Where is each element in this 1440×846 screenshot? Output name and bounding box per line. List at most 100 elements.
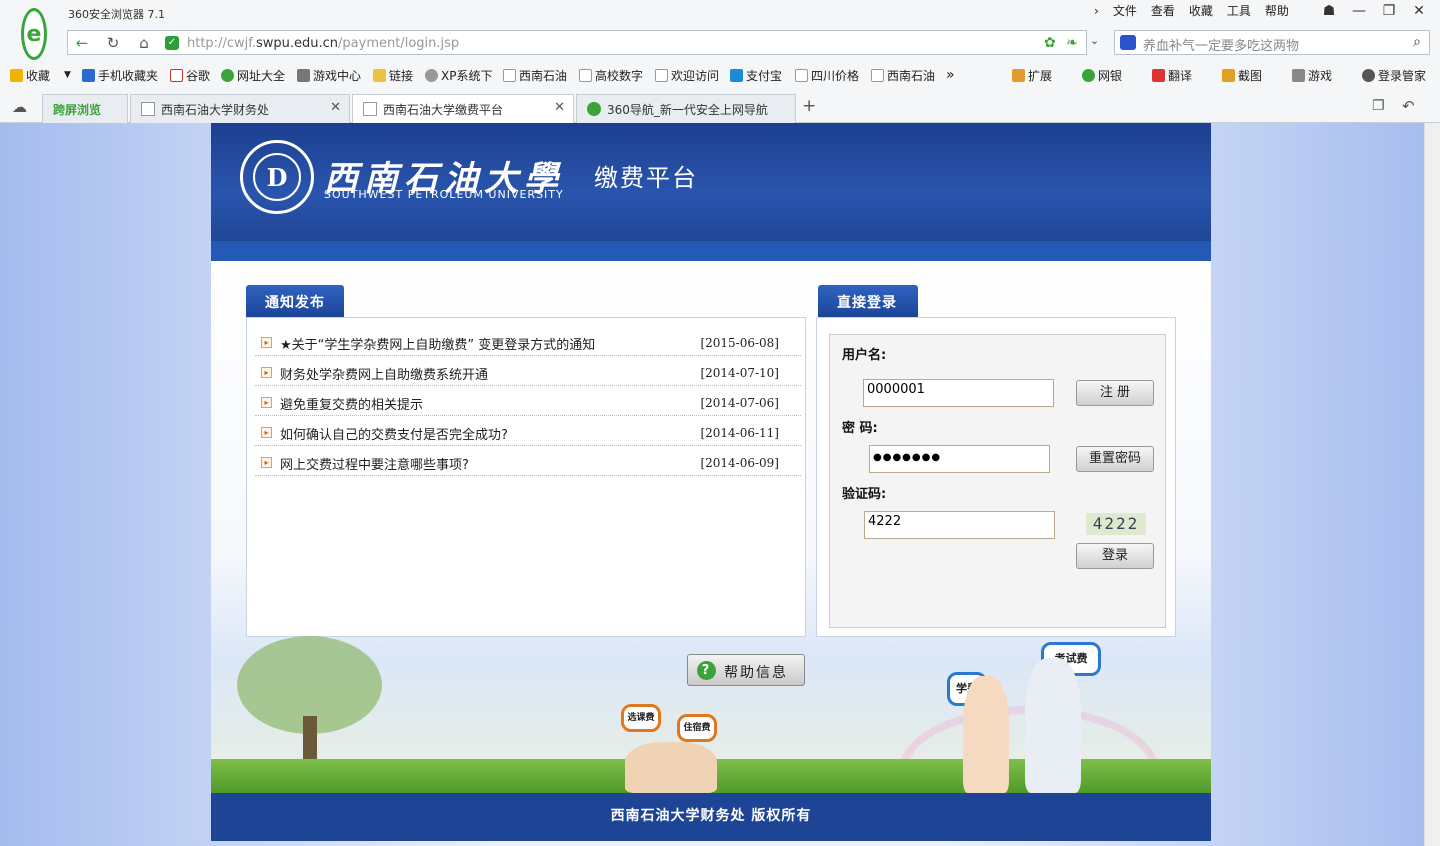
fav-alipay[interactable]: 支付宝 [730,67,782,84]
fav-google[interactable]: 谷歌 [170,67,210,84]
undo-close-icon[interactable]: ↶ [1402,97,1415,115]
fav-links[interactable]: 链接 [373,67,413,84]
address-dropdown-icon[interactable]: ⌄ [1090,34,1099,47]
tool-screenshot[interactable]: 截图 [1222,67,1262,84]
page-icon [141,102,155,116]
google-icon [170,68,183,82]
list-item[interactable]: ▸ ★关于“学生学杂费网上自助缴费” 变更登录方式的通知 [2015-06-08] [255,326,801,356]
fav-swpu-1[interactable]: 西南石油 [503,67,567,84]
tool-extensions[interactable]: 扩展 [1012,67,1052,84]
captcha-image[interactable]: 4222 [1086,513,1146,535]
skin-icon[interactable]: ☗ [1314,0,1344,22]
password-input[interactable]: ●●●●●●● [869,445,1050,473]
register-button[interactable]: 注 册 [1076,380,1154,406]
fav-xp[interactable]: XP系统下 [425,67,492,84]
bullet-icon: ▸ [261,457,272,468]
menu-chevron-icon[interactable]: › [1094,3,1099,19]
tool-login-manager[interactable]: 登录管家 [1362,67,1426,84]
notice-title[interactable]: 避免重复交费的相关提示 [280,394,423,413]
menu-item-favorites[interactable]: 收藏 [1189,3,1213,19]
speed-icon[interactable]: ✿ [1044,35,1056,51]
student-girl-illustration [963,676,1009,793]
cloud-icon[interactable]: ☁ [12,98,27,116]
notice-list: ▸ ★关于“学生学杂费网上自助缴费” 变更登录方式的通知 [2015-06-08] … [255,326,801,476]
tab-list-icon[interactable]: ❐ [1372,98,1385,114]
bubble-dorm-fee: 住宿费 [677,714,717,742]
close-tab-icon[interactable]: ✕ [554,100,565,115]
compat-mode-icon[interactable]: ❧ [1066,35,1078,51]
folder-icon [373,68,386,82]
notice-date: [2014-07-10] [700,366,779,380]
notice-title[interactable]: ★关于“学生学杂费网上自助缴费” 变更登录方式的通知 [280,334,595,353]
app-title: 360安全浏览器 7.1 [68,8,165,21]
list-item[interactable]: ▸ 网上交费过程中要注意哪些事项? [2014-06-09] [255,446,801,476]
fav-favorites[interactable]: 收藏 ▼ [10,67,71,84]
tool-games[interactable]: 游戏 [1292,67,1332,84]
captcha-input[interactable]: 4222 [864,511,1055,539]
address-bar[interactable]: ← ↻ ⌂ ✓ http://cwjf.swpu.edu.cn/payment/… [67,30,1087,55]
fav-mobile[interactable]: 手机收藏夹 [82,67,158,84]
password-label: 密 码: [842,421,878,436]
translate-icon [1152,68,1165,82]
page-icon [655,68,668,82]
gamepad-icon [1292,68,1305,82]
close-tab-icon[interactable]: ✕ [330,100,341,115]
maximize-icon[interactable]: ❐ [1374,0,1404,22]
menu-item-view[interactable]: 查看 [1151,3,1175,19]
home-icon[interactable]: ⌂ [132,34,156,52]
refresh-icon[interactable]: ↻ [101,34,125,52]
list-item[interactable]: ▸ 避免重复交费的相关提示 [2014-07-06] [255,386,801,416]
tab-payment-platform[interactable]: 西南石油大学缴费平台 ✕ [352,94,574,124]
list-item[interactable]: ▸ 财务处学杂费网上自助缴费系统开通 [2014-07-10] [255,356,801,386]
search-engine-icon[interactable] [1120,35,1136,50]
bullet-icon: ▸ [261,367,272,378]
site-nav-icon [587,102,601,116]
platform-title: 缴费平台 [594,164,698,192]
tab-finance-office[interactable]: 西南石油大学财务处 ✕ [130,94,350,123]
fav-site-nav[interactable]: 网址大全 [221,67,285,84]
bullet-icon: ▸ [261,427,272,438]
fav-swpu-2[interactable]: 西南石油 [871,67,935,84]
reset-password-button[interactable]: 重置密码 [1076,446,1154,472]
username-input[interactable]: 0000001 [863,379,1054,407]
scissors-icon [1222,68,1235,82]
phone-icon [82,68,95,82]
menu-item-help[interactable]: 帮助 [1265,3,1289,19]
menu-bar: › 文件 查看 收藏 工具 帮助 [1094,3,1289,19]
banner-strip [211,241,1211,261]
notice-date: [2014-06-09] [700,456,779,470]
tool-ebank[interactable]: 网银 [1082,67,1122,84]
footer: 西南石油大学财务处 版权所有 [211,793,1211,841]
star-icon [10,68,23,82]
tool-translate[interactable]: 翻译 [1152,67,1192,84]
university-seal-icon: D [240,140,314,214]
fav-game-center[interactable]: 游戏中心 [297,67,361,84]
menu-item-tools[interactable]: 工具 [1227,3,1251,19]
menu-item-file[interactable]: 文件 [1113,3,1137,19]
tab-360-nav[interactable]: 360导航_新一代安全上网导航 [576,94,796,123]
fav-university[interactable]: 高校数字 [579,67,643,84]
window-controls: ☗ — ❐ ✕ [1314,0,1434,22]
minimize-icon[interactable]: — [1344,0,1374,22]
fav-sichuan-price[interactable]: 四川价格 [795,67,859,84]
close-icon[interactable]: ✕ [1404,0,1434,22]
search-icon[interactable]: ⌕ [1413,34,1421,50]
bullet-icon: ▸ [261,337,272,348]
tab-cross-screen[interactable]: 跨屏浏览 [42,94,128,123]
login-button[interactable]: 登录 [1076,543,1154,569]
vertical-scrollbar[interactable] [1424,123,1440,846]
list-item[interactable]: ▸ 如何确认自己的交费支付是否完全成功? [2014-06-11] [255,416,801,446]
back-icon[interactable]: ← [70,34,94,52]
search-input[interactable]: 养血补气一定要多吃这两物 [1143,35,1299,54]
fav-welcome[interactable]: 欢迎访问 [655,67,719,84]
help-button[interactable]: ? 帮助信息 [687,654,805,686]
notice-title[interactable]: 如何确认自己的交费支付是否完全成功? [280,424,508,443]
search-box[interactable]: 养血补气一定要多吃这两物 ⌕ [1114,30,1430,55]
new-tab-icon[interactable]: + [802,96,816,116]
title-bar: e 360安全浏览器 7.1 › 文件 查看 收藏 工具 帮助 ☗ — ❐ ✕ [0,0,1440,60]
notice-title[interactable]: 网上交费过程中要注意哪些事项? [280,454,469,473]
url-text[interactable]: http://cwjf.swpu.edu.cn/payment/login.js… [187,36,459,51]
login-heading: 直接登录 [818,285,918,317]
more-favorites-icon[interactable]: » [946,67,955,83]
notice-title[interactable]: 财务处学杂费网上自助缴费系统开通 [280,364,488,383]
